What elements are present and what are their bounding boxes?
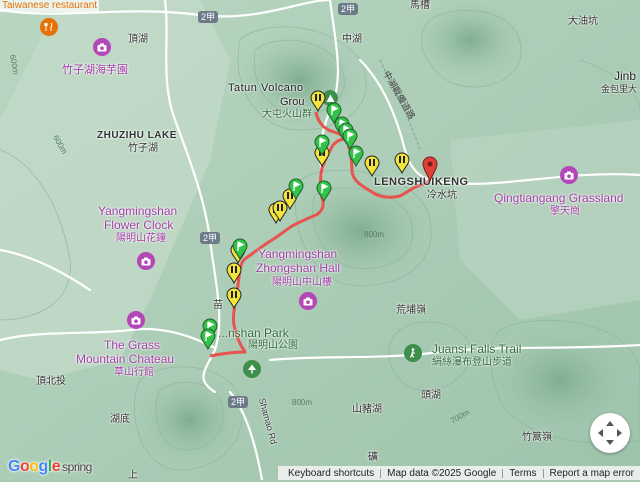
restaurant-icon[interactable] <box>40 18 58 36</box>
logo-suffix: spring <box>62 460 92 474</box>
place-maching: 馬槽 <box>410 0 430 11</box>
place-shanzhu: 山豬湖 <box>352 404 382 415</box>
waypoint-pin-icon[interactable] <box>226 287 242 314</box>
terms-link[interactable]: Terms <box>503 468 542 479</box>
tatun-label-zh[interactable]: 大屯火山群 <box>262 109 312 121</box>
flag-icon[interactable] <box>288 178 304 205</box>
qingtiangang-zh[interactable]: 擎天崗 <box>550 206 580 218</box>
map-data-text: Map data ©2025 Google <box>387 467 497 479</box>
camera-control-button[interactable] <box>590 413 630 453</box>
contour-label: 800m <box>364 230 385 239</box>
area-zhuzihu-lake-zh: 竹子湖 <box>128 143 158 154</box>
google-logo: Google spring <box>8 458 92 475</box>
place-toulin: 頭湖 <box>421 390 441 401</box>
zhongshan-zh[interactable]: 陽明山中山樓 <box>272 277 332 289</box>
destination-pin-icon[interactable] <box>422 156 438 187</box>
zhongshan-en-2[interactable]: Zhongshan Hall <box>256 261 340 276</box>
camera-icon[interactable] <box>127 311 145 329</box>
road-shield: 2甲 <box>200 232 221 244</box>
move-arrows-icon <box>598 421 622 445</box>
place-miao: 苗 <box>213 300 223 311</box>
grass-chateau-en-1[interactable]: The Grass <box>104 338 160 353</box>
waypoint-pin-icon[interactable] <box>310 90 326 117</box>
park-zh[interactable]: 陽明山公園 <box>248 340 298 352</box>
waypoint-pin-icon[interactable] <box>364 155 380 182</box>
place-jinb-zh: 金包里大 <box>601 84 638 94</box>
area-zhuzihu-lake: ZHUZIHU LAKE <box>97 130 177 141</box>
road-shield: 2甲 <box>228 396 249 408</box>
juansi-en[interactable]: Juansi Falls Trail <box>432 342 521 357</box>
grass-chateau-zh[interactable]: 草山行館 <box>114 367 154 379</box>
place-zhuanling: 竹篙嶺 <box>522 432 552 443</box>
area-lengshuikeng-zh: 冷水坑 <box>427 190 457 201</box>
place-jinb: Jinb <box>614 69 637 83</box>
place-hudi: 湖底 <box>110 414 130 425</box>
camera-icon[interactable] <box>137 252 155 270</box>
zhongshan-en-1[interactable]: Yangmingshan <box>258 247 337 262</box>
keyboard-shortcuts-link[interactable]: Keyboard shortcuts <box>282 468 380 479</box>
restaurant-label[interactable]: Taiwanese restaurant <box>0 0 100 12</box>
park-en[interactable]: ...nshan Park <box>218 326 289 341</box>
waypoint-pin-icon[interactable] <box>226 262 242 289</box>
park-tree-icon[interactable] <box>243 360 261 378</box>
camera-icon[interactable] <box>560 166 578 184</box>
flower-clock-en-1[interactable]: Yangmingshan <box>98 204 177 219</box>
tatun-label-1[interactable]: Tatun Volcano <box>228 82 304 95</box>
place-datun-pit: 大油坑 <box>568 16 598 27</box>
flower-clock-zh[interactable]: 陽明山花鐘 <box>116 233 166 245</box>
flag-icon[interactable] <box>316 180 332 207</box>
flower-clock-en-2[interactable]: Flower Clock <box>104 218 173 233</box>
flag-icon[interactable] <box>348 145 364 172</box>
juansi-zh[interactable]: 絹絲瀑布登山步道 <box>432 357 512 369</box>
road-shield: 2甲 <box>198 11 219 23</box>
poi-zhuzihu-taro[interactable]: 竹子湖海芋園 <box>62 64 128 77</box>
place-zhonghu: 中湖 <box>342 34 362 45</box>
qingtiangang-en[interactable]: Qingtiangang Grassland <box>494 191 623 206</box>
grass-chateau-en-2[interactable]: Mountain Chateau <box>76 352 174 367</box>
place-dingtou: 頂湖 <box>128 34 148 45</box>
camera-icon[interactable] <box>299 292 317 310</box>
attribution-bar: Keyboard shortcuts Map data ©2025 Google… <box>277 466 640 480</box>
waypoint-pin-icon[interactable] <box>394 152 410 179</box>
hiking-icon[interactable] <box>404 344 422 362</box>
camera-icon[interactable] <box>93 38 111 56</box>
road-shield: 2甲 <box>338 3 359 15</box>
place-huangpu: 荒埔嶺 <box>396 305 426 316</box>
report-error-link[interactable]: Report a map error <box>544 468 640 479</box>
contour-label: 800m <box>292 398 313 407</box>
tatun-label-2[interactable]: Grou <box>280 96 304 109</box>
start-pin-icon[interactable] <box>200 328 216 355</box>
place-dingbeitou: 頂北投 <box>36 376 66 387</box>
flag-icon[interactable] <box>232 238 248 265</box>
flag-icon[interactable] <box>314 134 330 161</box>
place-jie: 礦 <box>368 452 378 463</box>
